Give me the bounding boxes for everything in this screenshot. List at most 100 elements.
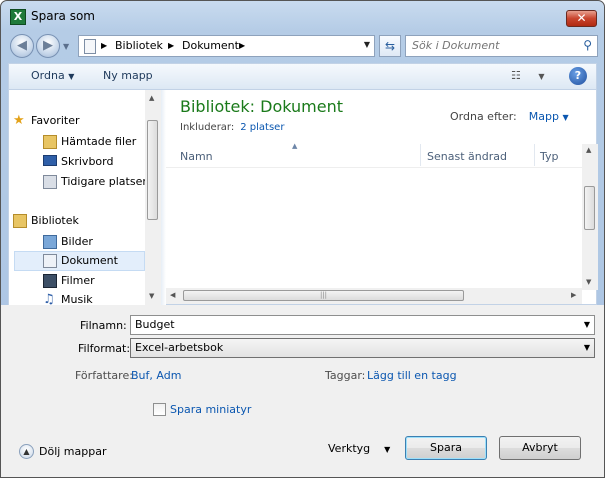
nav-documents[interactable]: Dokument <box>14 251 145 271</box>
address-bar[interactable]: ▶ Bibliotek ▶ Dokument ▶ ▼ <box>78 35 375 57</box>
includes-label: Inkluderar: <box>180 122 235 133</box>
save-thumbnail-label[interactable]: Spara miniatyr <box>170 403 251 416</box>
refresh-button[interactable]: ⇆ <box>379 35 401 57</box>
filename-label: Filnamn: <box>80 319 127 332</box>
forward-button[interactable]: ▶ <box>36 34 60 58</box>
address-dropdown-icon[interactable]: ▼ <box>364 40 370 49</box>
tags-label: Taggar: <box>325 369 366 382</box>
videos-icon <box>43 274 57 288</box>
back-arrow-icon: ◀ <box>17 38 27 53</box>
close-button[interactable]: ✕ <box>566 10 597 27</box>
nav-desktop[interactable]: Skrivbord <box>43 153 145 171</box>
chevron-down-icon[interactable]: ▼ <box>584 339 590 357</box>
cancel-button[interactable]: Avbryt <box>499 436 581 460</box>
column-name[interactable]: Namn <box>180 150 213 163</box>
command-bar: Ordna ▼ Ny mapp ☷ ▼ ? <box>8 63 597 89</box>
refresh-icon: ⇆ <box>384 39 396 53</box>
filename-field[interactable]: Budget ▼ <box>130 315 595 335</box>
new-folder-button[interactable]: Ny mapp <box>103 69 153 82</box>
nav-downloads[interactable]: Hämtade filer <box>43 133 145 151</box>
tags-value[interactable]: Lägg till en tagg <box>367 369 457 382</box>
authors-label: Författare: <box>75 369 133 382</box>
file-list-scrollbar[interactable]: ▲ ▼ <box>582 144 598 290</box>
arrange-label: Ordna efter: <box>450 110 517 123</box>
nav-videos-label: Filmer <box>61 274 95 287</box>
breadcrumb-documents[interactable]: Dokument <box>182 39 239 52</box>
horizontal-scrollbar[interactable]: ◀ ||| ▶ <box>166 288 582 304</box>
help-button[interactable]: ? <box>569 67 587 85</box>
scroll-up-icon[interactable]: ▲ <box>149 94 154 102</box>
star-icon: ★ <box>13 113 25 128</box>
views-menu[interactable]: ☷ ▼ <box>511 69 545 82</box>
scroll-up-icon[interactable]: ▲ <box>586 146 591 154</box>
address-row: ◀ ▶ ▼ ▶ Bibliotek ▶ Dokument ▶ ▼ ⇆ ⚲ <box>1 31 604 61</box>
scroll-right-icon[interactable]: ▶ <box>571 291 576 299</box>
chevron-down-icon: ▼ <box>63 42 70 51</box>
nav-documents-label: Dokument <box>61 254 118 267</box>
title-bar: X Spara som ✕ <box>1 1 604 31</box>
filetype-select[interactable]: Excel-arbetsbok ▼ <box>130 338 595 358</box>
desktop-icon <box>43 155 57 166</box>
nav-pictures[interactable]: Bilder <box>43 233 145 251</box>
scroll-left-icon[interactable]: ◀ <box>170 291 175 299</box>
save-button[interactable]: Spara <box>405 436 487 460</box>
nav-libraries-label: Bibliotek <box>31 214 79 227</box>
horizontal-scrollbar-thumb[interactable]: ||| <box>183 290 464 301</box>
recent-locations-dropdown[interactable]: ▼ <box>63 42 72 51</box>
browser-pane: ★ Favoriter Hämtade filer Skrivbord Tidi… <box>8 89 598 307</box>
nav-music-label: Musik <box>61 293 93 306</box>
page-icon <box>84 39 96 54</box>
breadcrumb-separator-icon: ▶ <box>239 41 246 50</box>
scroll-down-icon[interactable]: ▼ <box>149 292 154 300</box>
nav-videos[interactable]: Filmer <box>43 272 145 290</box>
chevron-down-icon: ▼ <box>384 445 391 454</box>
column-headers: ▲ Namn Senast ändrad Typ <box>166 142 582 168</box>
nav-scrollbar[interactable]: ▲ ▼ <box>145 90 161 306</box>
chevron-down-icon: ▼ <box>68 72 75 81</box>
nav-recent-places[interactable]: Tidigare platser <box>43 173 153 191</box>
nav-music[interactable]: ♫ Musik <box>43 291 145 307</box>
arrange-dropdown[interactable]: Mapp ▼ <box>529 110 569 123</box>
navigation-pane: ★ Favoriter Hämtade filer Skrivbord Tidi… <box>9 90 161 307</box>
pictures-icon <box>43 235 57 249</box>
back-button[interactable]: ◀ <box>10 34 34 58</box>
nav-favorites[interactable]: ★ Favoriter <box>13 112 145 130</box>
nav-favorites-label: Favoriter <box>31 114 80 127</box>
sort-ascending-icon: ▲ <box>292 142 298 150</box>
nav-pictures-label: Bilder <box>61 235 93 248</box>
recent-places-icon <box>43 175 57 189</box>
nav-libraries[interactable]: Bibliotek <box>13 212 145 230</box>
filetype-value: Excel-arbetsbok <box>135 341 224 354</box>
save-thumbnail-checkbox[interactable] <box>153 403 166 416</box>
chevron-down-icon[interactable]: ▼ <box>584 316 590 334</box>
nav-downloads-label: Hämtade filer <box>61 135 137 148</box>
arrange-value: Mapp <box>528 110 559 123</box>
column-separator[interactable] <box>420 144 421 166</box>
hide-folders-button[interactable]: Dölj mappar <box>39 445 107 458</box>
includes-locations-link[interactable]: 2 platser <box>240 122 284 133</box>
breadcrumb-separator-icon: ▶ <box>101 41 108 50</box>
column-separator[interactable] <box>534 144 535 166</box>
breadcrumb-libraries[interactable]: Bibliotek <box>115 39 163 52</box>
search-input[interactable] <box>412 39 572 52</box>
organize-menu[interactable]: Ordna ▼ <box>31 69 74 82</box>
file-list-scrollbar-thumb[interactable] <box>584 186 595 230</box>
chevron-down-icon: ▼ <box>562 113 569 122</box>
save-as-dialog: X Spara som ✕ ◀ ▶ ▼ ▶ Bibliotek ▶ Dokume… <box>0 0 605 478</box>
column-type[interactable]: Typ <box>540 150 559 163</box>
organize-label: Ordna <box>31 69 65 82</box>
breadcrumb-separator-icon: ▶ <box>168 41 175 50</box>
documents-icon <box>43 254 57 268</box>
library-title: Bibliotek: Dokument <box>180 97 343 116</box>
filename-value: Budget <box>135 318 175 331</box>
search-icon[interactable]: ⚲ <box>583 38 592 52</box>
includes-line: Inkluderar: 2 platser <box>180 122 284 133</box>
hide-folders-icon[interactable]: ▲ <box>19 444 34 459</box>
authors-value[interactable]: Buf, Adm <box>131 369 181 382</box>
tools-menu[interactable]: Verktyg ▼ <box>328 442 390 455</box>
column-date-modified[interactable]: Senast ändrad <box>427 150 507 163</box>
search-box[interactable]: ⚲ <box>405 35 598 57</box>
scroll-down-icon[interactable]: ▼ <box>586 278 591 286</box>
nav-desktop-label: Skrivbord <box>61 155 114 168</box>
nav-scrollbar-thumb[interactable] <box>147 120 158 220</box>
